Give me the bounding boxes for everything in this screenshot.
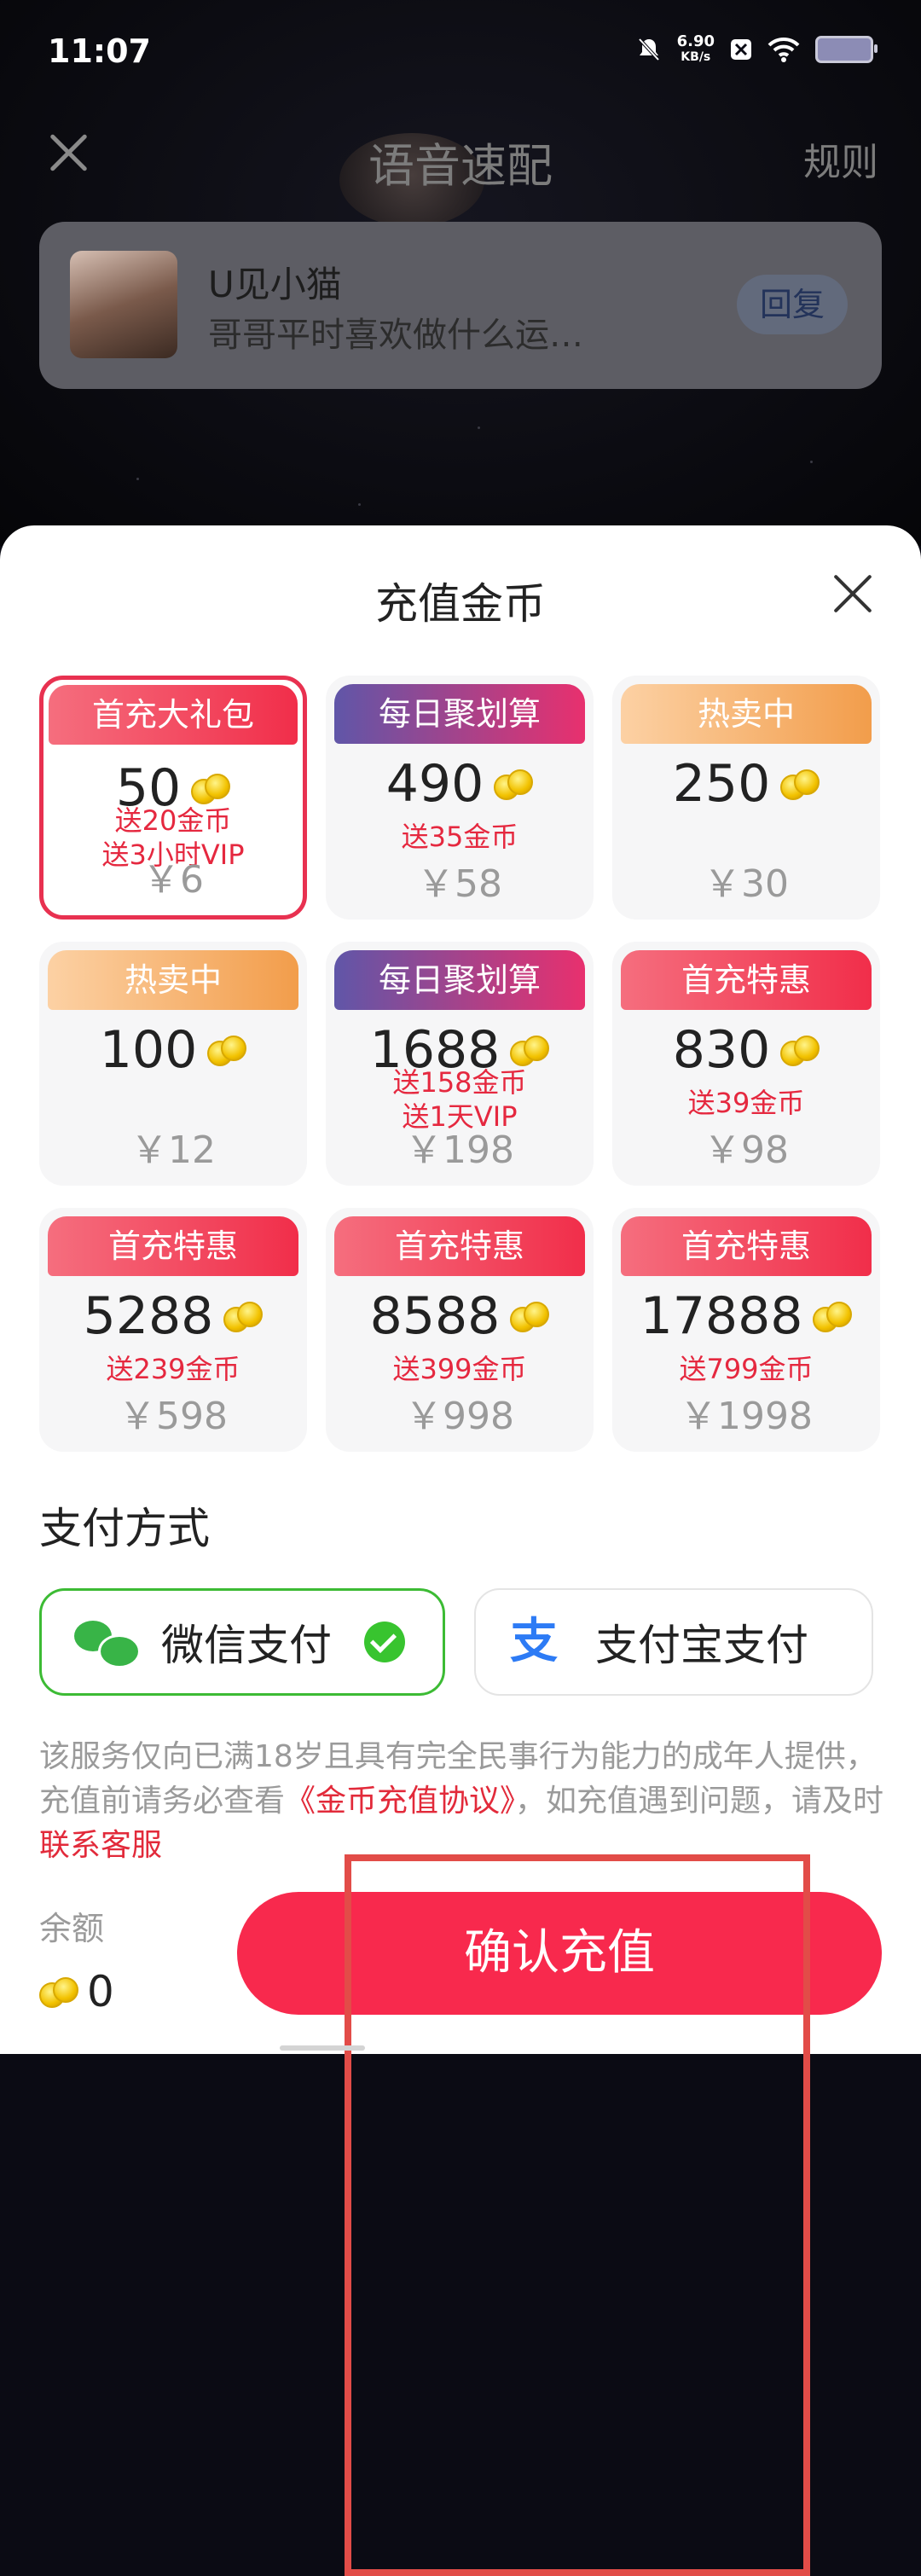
alipay-option[interactable]: 支 支付宝支付 — [474, 1588, 873, 1696]
package-amount-row: 490 — [326, 754, 594, 814]
recharge-sheet: 充值金币 首充大礼包 50 送20金币 送3小时VIP ￥6 每日聚划算 490 送35金币 ￥… — [0, 525, 921, 2576]
net-speed: 6.90 KB/s — [677, 34, 715, 65]
package-price: ￥598 — [119, 1395, 228, 1438]
package-amount-row: 830 — [612, 1020, 880, 1080]
package-tag: 热卖中 — [621, 684, 872, 744]
battery-icon — [815, 36, 878, 63]
package-amount-row: 5288 — [39, 1286, 307, 1346]
package-card[interactable]: 首充特惠 8588 送399金币 ￥998 — [326, 1208, 594, 1452]
package-tag: 每日聚划算 — [334, 950, 585, 1010]
background-screen: 11:07 6.90 KB/s 语音速配 规则 U见小猫 哥哥平时喜欢做什么运…… — [0, 0, 921, 546]
message-sender: U见小猫 — [208, 264, 342, 305]
status-icons: 6.90 KB/s — [636, 34, 878, 65]
package-card[interactable]: 首充大礼包 50 送20金币 送3小时VIP ￥6 — [39, 676, 307, 920]
coin-icon — [494, 769, 534, 800]
message-avatar — [70, 251, 177, 358]
sheet-title: 充值金币 — [375, 579, 546, 629]
status-time: 11:07 — [48, 32, 151, 70]
coin-icon — [510, 1036, 550, 1066]
mute-icon — [638, 38, 660, 61]
alipay-label: 支付宝支付 — [595, 1621, 808, 1670]
coin-amount: 830 — [672, 1020, 771, 1080]
package-price: ￥12 — [130, 1128, 216, 1172]
bonus-text: 送799金币 — [679, 1353, 814, 1385]
bonus-text: 送35金币 — [401, 821, 518, 853]
package-price: ￥998 — [405, 1395, 514, 1438]
package-tag: 首充特惠 — [621, 1216, 872, 1276]
package-card[interactable]: 每日聚划算 490 送35金币 ￥58 — [326, 676, 594, 920]
package-card[interactable]: 首充特惠 5288 送239金币 ￥598 — [39, 1208, 307, 1452]
payment-title: 支付方式 — [39, 1504, 210, 1553]
coin-amount: 5288 — [83, 1286, 214, 1346]
coin-icon — [191, 774, 231, 804]
package-card[interactable]: 首充特惠 17888 送799金币 ￥1998 — [612, 1208, 880, 1452]
alipay-icon: 支 — [510, 1614, 558, 1669]
coin-icon — [813, 1302, 853, 1332]
package-tag: 每日聚划算 — [334, 684, 585, 744]
balance-row: 0 — [39, 1967, 114, 2016]
coin-amount: 17888 — [640, 1286, 803, 1346]
package-price: ￥58 — [417, 862, 502, 906]
wechat-icon — [74, 1619, 141, 1668]
coin-icon — [207, 1036, 247, 1066]
package-tag: 热卖中 — [48, 950, 298, 1010]
package-amount-row: 8588 — [326, 1286, 594, 1346]
rules-link[interactable]: 规则 — [803, 131, 878, 186]
coin-amount: 250 — [672, 754, 771, 814]
package-price: ￥98 — [704, 1128, 789, 1172]
package-tag: 首充特惠 — [621, 950, 872, 1010]
package-tag: 首充特惠 — [48, 1216, 298, 1276]
coin-amount: 100 — [99, 1020, 198, 1080]
message-preview: 哥哥平时喜欢做什么运… — [208, 316, 583, 355]
coin-icon — [780, 769, 820, 800]
bonus-text: 送39金币 — [687, 1087, 805, 1119]
agreement-link[interactable]: 《金币充值协议》 — [285, 1784, 515, 1819]
message-card[interactable]: U见小猫 哥哥平时喜欢做什么运… 回复 — [39, 222, 882, 389]
coin-icon — [223, 1302, 264, 1332]
contact-support-link[interactable]: 联系客服 — [39, 1828, 162, 1863]
coin-amount: 490 — [385, 754, 484, 814]
package-price: ￥198 — [405, 1128, 514, 1172]
bonus-text: 送158金币 — [392, 1066, 527, 1099]
package-price: ￥6 — [142, 858, 204, 902]
net-speed-unit: KB/s — [681, 50, 711, 64]
package-price: ￥30 — [704, 862, 789, 906]
balance-value: 0 — [87, 1967, 114, 2016]
coin-icon — [510, 1302, 550, 1332]
coin-icon — [780, 1036, 820, 1066]
package-grid: 首充大礼包 50 送20金币 送3小时VIP ￥6 每日聚划算 490 送35金币 ￥58 热卖中… — [39, 676, 883, 1452]
wifi-icon — [768, 37, 800, 62]
package-tag: 首充大礼包 — [49, 685, 298, 745]
bonus-text: 送399金币 — [392, 1353, 527, 1385]
home-indicator — [280, 2045, 365, 2051]
notice-text-2: ，如充值遇到问题，请及时 — [515, 1784, 884, 1819]
coin-icon — [39, 1977, 78, 2008]
check-icon — [364, 1622, 405, 1662]
package-card[interactable]: 每日聚划算 1688 送158金币 送1天VIP ￥198 — [326, 942, 594, 1186]
package-card[interactable]: 热卖中 100 ￥12 — [39, 942, 307, 1186]
package-amount-row: 250 — [612, 754, 880, 814]
page-title: 语音速配 — [368, 139, 553, 193]
top-nav: 语音速配 规则 — [0, 119, 921, 227]
service-notice: 该服务仅向已满18岁且具有完全民事行为能力的成年人提供，充值前请务必查看《金币充… — [39, 1735, 892, 1868]
package-amount-row: 100 — [39, 1020, 307, 1080]
package-card[interactable]: 热卖中 250 ￥30 — [612, 676, 880, 920]
bonus-text: 送20金币 — [114, 804, 232, 837]
coin-amount: 8588 — [369, 1286, 501, 1346]
package-amount-row: 17888 — [612, 1286, 880, 1346]
bonus-text: 送239金币 — [106, 1353, 240, 1385]
notification-icon — [731, 39, 751, 60]
balance-label: 余额 — [39, 1910, 105, 1947]
package-tag: 首充特惠 — [334, 1216, 585, 1276]
reply-button[interactable]: 回复 — [737, 275, 848, 334]
wechat-pay-option[interactable]: 微信支付 — [39, 1588, 445, 1696]
package-card[interactable]: 首充特惠 830 送39金币 ￥98 — [612, 942, 880, 1186]
package-price: ￥1998 — [680, 1395, 813, 1438]
close-icon[interactable] — [827, 568, 878, 619]
confirm-recharge-button[interactable]: 确认充值 — [237, 1892, 882, 2015]
net-speed-value: 6.90 — [676, 32, 715, 50]
wechat-pay-label: 微信支付 — [161, 1621, 332, 1670]
status-bar: 11:07 6.90 KB/s — [0, 0, 921, 102]
